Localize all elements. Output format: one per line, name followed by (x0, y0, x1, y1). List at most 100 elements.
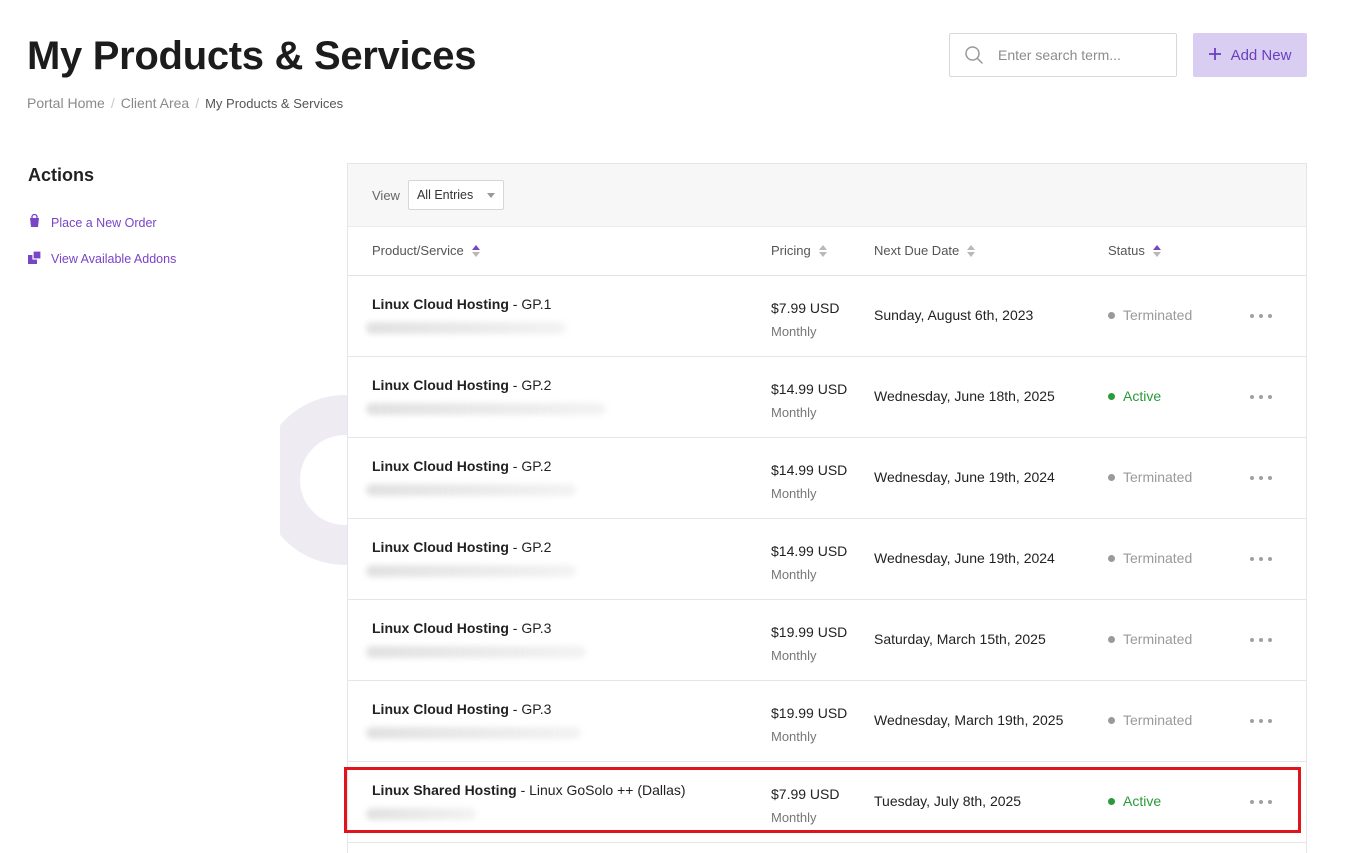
redacted-domain (366, 727, 581, 739)
pricing-cell: $14.99 USD Monthly (771, 458, 847, 506)
product-name: Linux Shared Hosting - Linux GoSolo ++ (… (372, 782, 686, 798)
place-new-order-link[interactable]: Place a New Order (28, 213, 157, 231)
column-header-status[interactable]: Status (1108, 243, 1161, 258)
next-due-date: Wednesday, March 19th, 2025 (874, 712, 1064, 728)
search-icon (950, 34, 998, 76)
table-body: Linux Cloud Hosting - GP.1 $7.99 USD Month… (348, 276, 1306, 843)
plus-icon (1208, 47, 1221, 64)
status-dot-icon (1108, 635, 1115, 643)
more-options-icon[interactable] (1250, 711, 1272, 731)
more-options-icon[interactable] (1250, 792, 1272, 812)
status-dot-icon (1108, 797, 1115, 805)
add-new-button[interactable]: Add New (1193, 33, 1307, 77)
search-input[interactable] (998, 47, 1158, 63)
redacted-domain (366, 646, 586, 658)
status-dot-icon (1108, 311, 1115, 319)
price: $14.99 USD (771, 543, 848, 559)
product-name: Linux Cloud Hosting - GP.3 (372, 620, 551, 636)
product-name: Linux Cloud Hosting - GP.3 (372, 701, 551, 717)
table-row[interactable]: Linux Cloud Hosting - GP.2 $14.99 USD Mont… (348, 519, 1306, 600)
status-label: Active (1123, 793, 1162, 809)
product-plan: - GP.2 (508, 539, 552, 555)
more-options-icon[interactable] (1250, 630, 1272, 650)
billing-cycle: Monthly (771, 486, 817, 501)
pricing-cell: $14.99 USD Monthly (771, 377, 847, 425)
price: $14.99 USD (771, 462, 848, 478)
table-header: Product/Service Pricing Next Due Date St… (348, 227, 1306, 276)
product-plan: - GP.2 (508, 458, 552, 474)
status-dot-icon (1108, 473, 1115, 481)
product-plan: - GP.3 (508, 701, 552, 717)
product-name: Linux Cloud Hosting - GP.1 (372, 296, 551, 312)
pricing-cell: $19.99 USD Monthly (771, 701, 847, 749)
redacted-domain (366, 565, 576, 577)
status-badge: Active (1108, 388, 1161, 404)
next-due-date: Wednesday, June 19th, 2024 (874, 469, 1055, 485)
column-header-pricing[interactable]: Pricing (771, 243, 827, 258)
cart-icon (28, 213, 41, 231)
redacted-domain (366, 484, 576, 496)
breadcrumb-portal-home[interactable]: Portal Home (27, 95, 105, 111)
page-title: My Products & Services (27, 34, 477, 78)
chevron-down-icon (486, 192, 495, 198)
product-name: Linux Cloud Hosting - GP.2 (372, 377, 551, 393)
status-label: Terminated (1123, 469, 1193, 485)
status-dot-icon (1108, 716, 1115, 724)
column-header-label: Pricing (771, 243, 811, 258)
status-badge: Terminated (1108, 631, 1192, 647)
status-badge: Terminated (1108, 712, 1192, 728)
redacted-domain (366, 808, 476, 820)
status-label: Terminated (1123, 712, 1193, 728)
status-badge: Active (1108, 793, 1161, 809)
column-header-due-date[interactable]: Next Due Date (874, 243, 976, 258)
breadcrumb-client-area[interactable]: Client Area (121, 95, 189, 111)
status-badge: Terminated (1108, 307, 1192, 323)
more-options-icon[interactable] (1250, 306, 1272, 326)
column-header-label: Product/Service (372, 243, 464, 258)
status-badge: Terminated (1108, 550, 1192, 566)
column-header-product[interactable]: Product/Service (372, 243, 480, 258)
actions-title: Actions (28, 165, 95, 185)
product-plan: - Linux GoSolo ++ (Dallas) (516, 782, 686, 798)
redacted-domain (366, 322, 566, 334)
status-badge: Terminated (1108, 469, 1192, 485)
pricing-cell: $7.99 USD Monthly (771, 296, 839, 344)
price: $19.99 USD (771, 624, 848, 640)
table-row[interactable]: Linux Cloud Hosting - GP.2 $14.99 USD Mont… (348, 357, 1306, 438)
product-title: Linux Shared Hosting (372, 782, 517, 798)
place-new-order-label: Place a New Order (51, 215, 157, 230)
more-options-icon[interactable] (1250, 387, 1272, 407)
product-title: Linux Cloud Hosting (372, 701, 509, 717)
product-title: Linux Cloud Hosting (372, 539, 509, 555)
price: $7.99 USD (771, 300, 840, 316)
product-plan: - GP.2 (508, 377, 552, 393)
status-label: Terminated (1123, 550, 1193, 566)
table-row[interactable]: Linux Cloud Hosting - GP.2 $14.99 USD Mont… (348, 438, 1306, 519)
status-dot-icon (1108, 554, 1115, 562)
billing-cycle: Monthly (771, 567, 817, 582)
price: $14.99 USD (771, 381, 848, 397)
pricing-cell: $7.99 USD Monthly (771, 782, 839, 830)
view-filter-select[interactable]: All Entries (407, 180, 504, 210)
table-row[interactable]: Linux Shared Hosting - Linux GoSolo ++ (… (348, 762, 1306, 843)
breadcrumb-separator: / (195, 95, 200, 111)
table-row[interactable]: Linux Cloud Hosting - GP.1 $7.99 USD Month… (348, 276, 1306, 357)
view-filter-value: All Entries (416, 188, 474, 202)
more-options-icon[interactable] (1250, 468, 1272, 488)
more-options-icon[interactable] (1250, 549, 1272, 569)
next-due-date: Sunday, August 6th, 2023 (874, 307, 1034, 323)
status-dot-icon (1108, 392, 1115, 400)
sort-icon (818, 244, 827, 257)
product-name: Linux Cloud Hosting - GP.2 (372, 539, 551, 555)
status-label: Terminated (1123, 307, 1193, 323)
view-addons-label: View Available Addons (51, 252, 177, 266)
breadcrumb-separator: / (110, 95, 115, 111)
view-addons-link[interactable]: View Available Addons (28, 250, 177, 267)
product-title: Linux Cloud Hosting (372, 458, 509, 474)
billing-cycle: Monthly (771, 810, 817, 825)
table-row[interactable]: Linux Cloud Hosting - GP.3 $19.99 USD Mont… (348, 681, 1306, 762)
next-due-date: Saturday, March 15th, 2025 (874, 631, 1046, 647)
breadcrumb-current: My Products & Services (205, 95, 344, 111)
table-row[interactable]: Linux Cloud Hosting - GP.3 $19.99 USD Mont… (348, 600, 1306, 681)
redacted-domain (366, 403, 606, 415)
